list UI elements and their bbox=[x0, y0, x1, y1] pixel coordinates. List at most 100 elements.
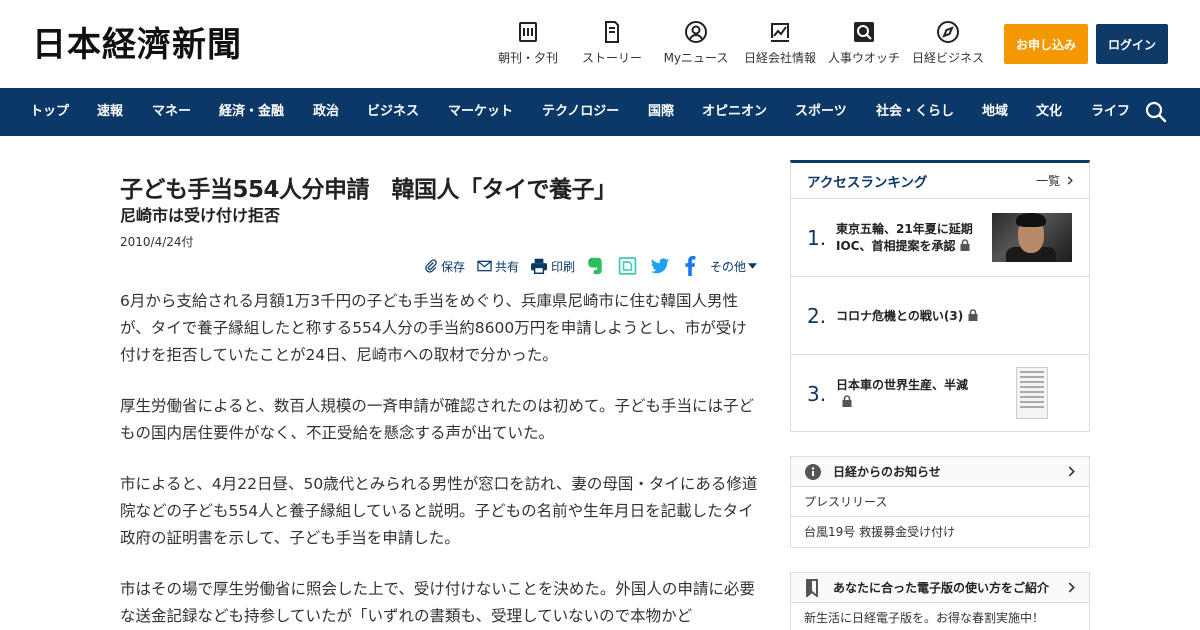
service-business[interactable]: 日経ビジネス bbox=[908, 20, 988, 66]
nav-item-opinion[interactable]: オピニオン bbox=[702, 88, 767, 136]
search-icon[interactable] bbox=[1144, 100, 1168, 124]
print-label: 印刷 bbox=[551, 259, 576, 274]
ranking-text: コロナ危機との戦い(3) bbox=[836, 277, 1036, 355]
service-jinji[interactable]: 人事ウオッチ bbox=[824, 20, 904, 66]
article-title: 子ども手当554人分申請 韓国人「タイで養子」 bbox=[120, 177, 617, 203]
site-header: 日本経濟新聞 朝刊・夕刊 ストーリー Myニュース 日経会社情報 人事ウオッチ … bbox=[0, 0, 1200, 88]
ranking-number: 1. bbox=[807, 226, 827, 250]
ranking-thumbnail bbox=[992, 213, 1072, 262]
service-label: 日経ビジネス bbox=[911, 51, 984, 65]
clip-icon bbox=[425, 259, 437, 273]
ranking-title: アクセスランキング bbox=[807, 174, 928, 191]
nav-item-money[interactable]: マネー bbox=[152, 88, 191, 136]
nav-item-politics[interactable]: 政治 bbox=[313, 88, 339, 136]
ranking-text: 日本車の世界生産、半減 bbox=[836, 355, 986, 433]
nav-item-economy[interactable]: 経済・金融 bbox=[219, 88, 284, 136]
ranking-item[interactable]: 3. 日本車の世界生産、半減 bbox=[791, 355, 1089, 433]
lock-icon bbox=[842, 395, 852, 407]
twitter-icon bbox=[650, 257, 670, 273]
service-mynews[interactable]: Myニュース bbox=[656, 20, 736, 66]
service-label: 朝刊・夕刊 bbox=[497, 51, 558, 65]
article-body: 6月から支給される月額1万3千円の子ども手当をめぐり、兵庫県尼崎市に住む韓国人男… bbox=[120, 288, 760, 630]
facebook-button[interactable] bbox=[684, 256, 696, 276]
nav-item-region[interactable]: 地域 bbox=[982, 88, 1008, 136]
search-person-icon bbox=[854, 22, 874, 42]
site-logo[interactable]: 日本経濟新聞 bbox=[32, 26, 242, 64]
share-label: 共有 bbox=[495, 259, 520, 274]
chevron-right-icon bbox=[1068, 466, 1075, 477]
nav-item-business[interactable]: ビジネス bbox=[367, 88, 419, 136]
more-menu[interactable]: その他 bbox=[710, 256, 758, 276]
subscribe-button[interactable]: お申し込み bbox=[1004, 24, 1088, 64]
ranking-number: 3. bbox=[807, 382, 827, 406]
nav-item-culture[interactable]: 文化 bbox=[1036, 88, 1062, 136]
login-button[interactable]: ログイン bbox=[1096, 24, 1168, 64]
lock-icon bbox=[968, 308, 978, 321]
guide-box: あなたに合った電子版の使い方をご紹介 新生活に日経電子版を。お得な春割実施中！ bbox=[790, 572, 1090, 630]
share-button[interactable]: 共有 bbox=[477, 256, 519, 276]
facebook-icon bbox=[685, 256, 696, 276]
nav-item-market[interactable]: マーケット bbox=[448, 88, 513, 136]
chevron-right-icon bbox=[1067, 176, 1073, 185]
mail-icon bbox=[477, 260, 492, 272]
ranking-all-link[interactable]: 一覧 bbox=[1036, 172, 1073, 189]
ranking-item[interactable]: 1. 東京五輪、21年夏に延期 IOC、首相提案を承認 bbox=[791, 199, 1089, 277]
save-button[interactable]: 保存 bbox=[424, 256, 465, 276]
article-paragraph: 6月から支給される月額1万3千円の子ども手当をめぐり、兵庫県尼崎市に住む韓国人男… bbox=[120, 292, 747, 364]
service-label: 人事ウオッチ bbox=[827, 51, 900, 65]
save-label: 保存 bbox=[441, 259, 466, 274]
guide-header[interactable]: あなたに合った電子版の使い方をご紹介 bbox=[791, 573, 1089, 603]
chevron-right-icon bbox=[1068, 582, 1075, 593]
compass-icon bbox=[937, 21, 959, 43]
ranking-text: 東京五輪、21年夏に延期 IOC、首相提案を承認 bbox=[836, 199, 986, 277]
ranking-header: アクセスランキング 一覧 bbox=[791, 163, 1089, 199]
bookmark-icon bbox=[806, 578, 818, 597]
service-story[interactable]: ストーリー bbox=[572, 20, 652, 66]
article-paragraph: 市はその場で厚生労働省に照会した上で、受け付けないことを決めた。外国人の申請に必… bbox=[120, 580, 755, 625]
info-icon bbox=[805, 463, 821, 480]
article-paragraph: 厚生労働省によると、数百人規模の一斉申請が確認されたのは初めて。子ども手当には子… bbox=[120, 397, 754, 442]
newspaper-icon bbox=[519, 22, 537, 42]
nav-item-top[interactable]: トップ bbox=[30, 88, 69, 136]
caret-down-icon bbox=[748, 263, 758, 269]
article-subtitle: 尼崎市は受け付け拒否 bbox=[120, 206, 281, 225]
chart-icon bbox=[771, 23, 789, 42]
nav-item-sokuho[interactable]: 速報 bbox=[97, 88, 123, 136]
main-nav: トップ 速報 マネー 経済・金融 政治 ビジネス マーケット テクノロジー 国際… bbox=[0, 88, 1200, 136]
nav-item-world[interactable]: 国際 bbox=[648, 88, 674, 136]
more-label: その他 bbox=[710, 259, 747, 274]
print-button[interactable]: 印刷 bbox=[530, 256, 575, 276]
ranking-item[interactable]: 2. コロナ危機との戦い(3) bbox=[791, 277, 1089, 355]
service-label: ストーリー bbox=[581, 51, 642, 65]
notice-link[interactable]: プレスリリース bbox=[791, 487, 1089, 517]
evernote-icon bbox=[588, 257, 602, 275]
ranking-number: 2. bbox=[807, 304, 827, 328]
twitter-button[interactable] bbox=[650, 256, 670, 276]
printer-icon bbox=[531, 258, 547, 274]
notice-header[interactable]: 日経からのお知らせ bbox=[791, 457, 1089, 487]
service-paper[interactable]: 朝刊・夕刊 bbox=[488, 20, 568, 66]
user-icon bbox=[685, 21, 707, 43]
service-label: Myニュース bbox=[663, 51, 729, 65]
notice-link[interactable]: 台風19号 救援募金受け付け bbox=[791, 517, 1089, 547]
guide-title: あなたに合った電子版の使い方をご紹介 bbox=[833, 581, 1050, 595]
ranking-headline: 東京五輪、21年夏に延期 IOC、首相提案を承認 bbox=[836, 222, 973, 253]
notice-title: 日経からのお知らせ bbox=[833, 465, 941, 479]
story-icon bbox=[605, 21, 619, 43]
access-ranking: アクセスランキング 一覧 1. 東京五輪、21年夏に延期 IOC、首相提案を承認… bbox=[790, 160, 1090, 432]
article-date: 2010/4/24付 bbox=[120, 235, 194, 249]
evernote-button[interactable] bbox=[586, 256, 604, 276]
nav-item-tech[interactable]: テクノロジー bbox=[542, 88, 619, 136]
nav-item-life[interactable]: ライフ bbox=[1091, 88, 1130, 136]
nav-item-society[interactable]: 社会・くらし bbox=[876, 88, 954, 136]
ranking-thumbnail bbox=[1016, 367, 1048, 419]
lock-icon bbox=[960, 239, 970, 251]
service-company[interactable]: 日経会社情報 bbox=[740, 20, 820, 66]
article-paragraph: 市によると、4月22日昼、50歳代とみられる男性が窓口を訪れ、妻の母国・タイにあ… bbox=[120, 475, 758, 547]
note-button[interactable] bbox=[618, 256, 637, 276]
guide-link[interactable]: 新生活に日経電子版を。お得な春割実施中！ bbox=[791, 603, 1089, 630]
ranking-headline: 日本車の世界生産、半減 bbox=[836, 378, 969, 392]
nav-item-sports[interactable]: スポーツ bbox=[795, 88, 847, 136]
note-icon bbox=[618, 257, 637, 275]
service-label: 日経会社情報 bbox=[743, 51, 816, 65]
